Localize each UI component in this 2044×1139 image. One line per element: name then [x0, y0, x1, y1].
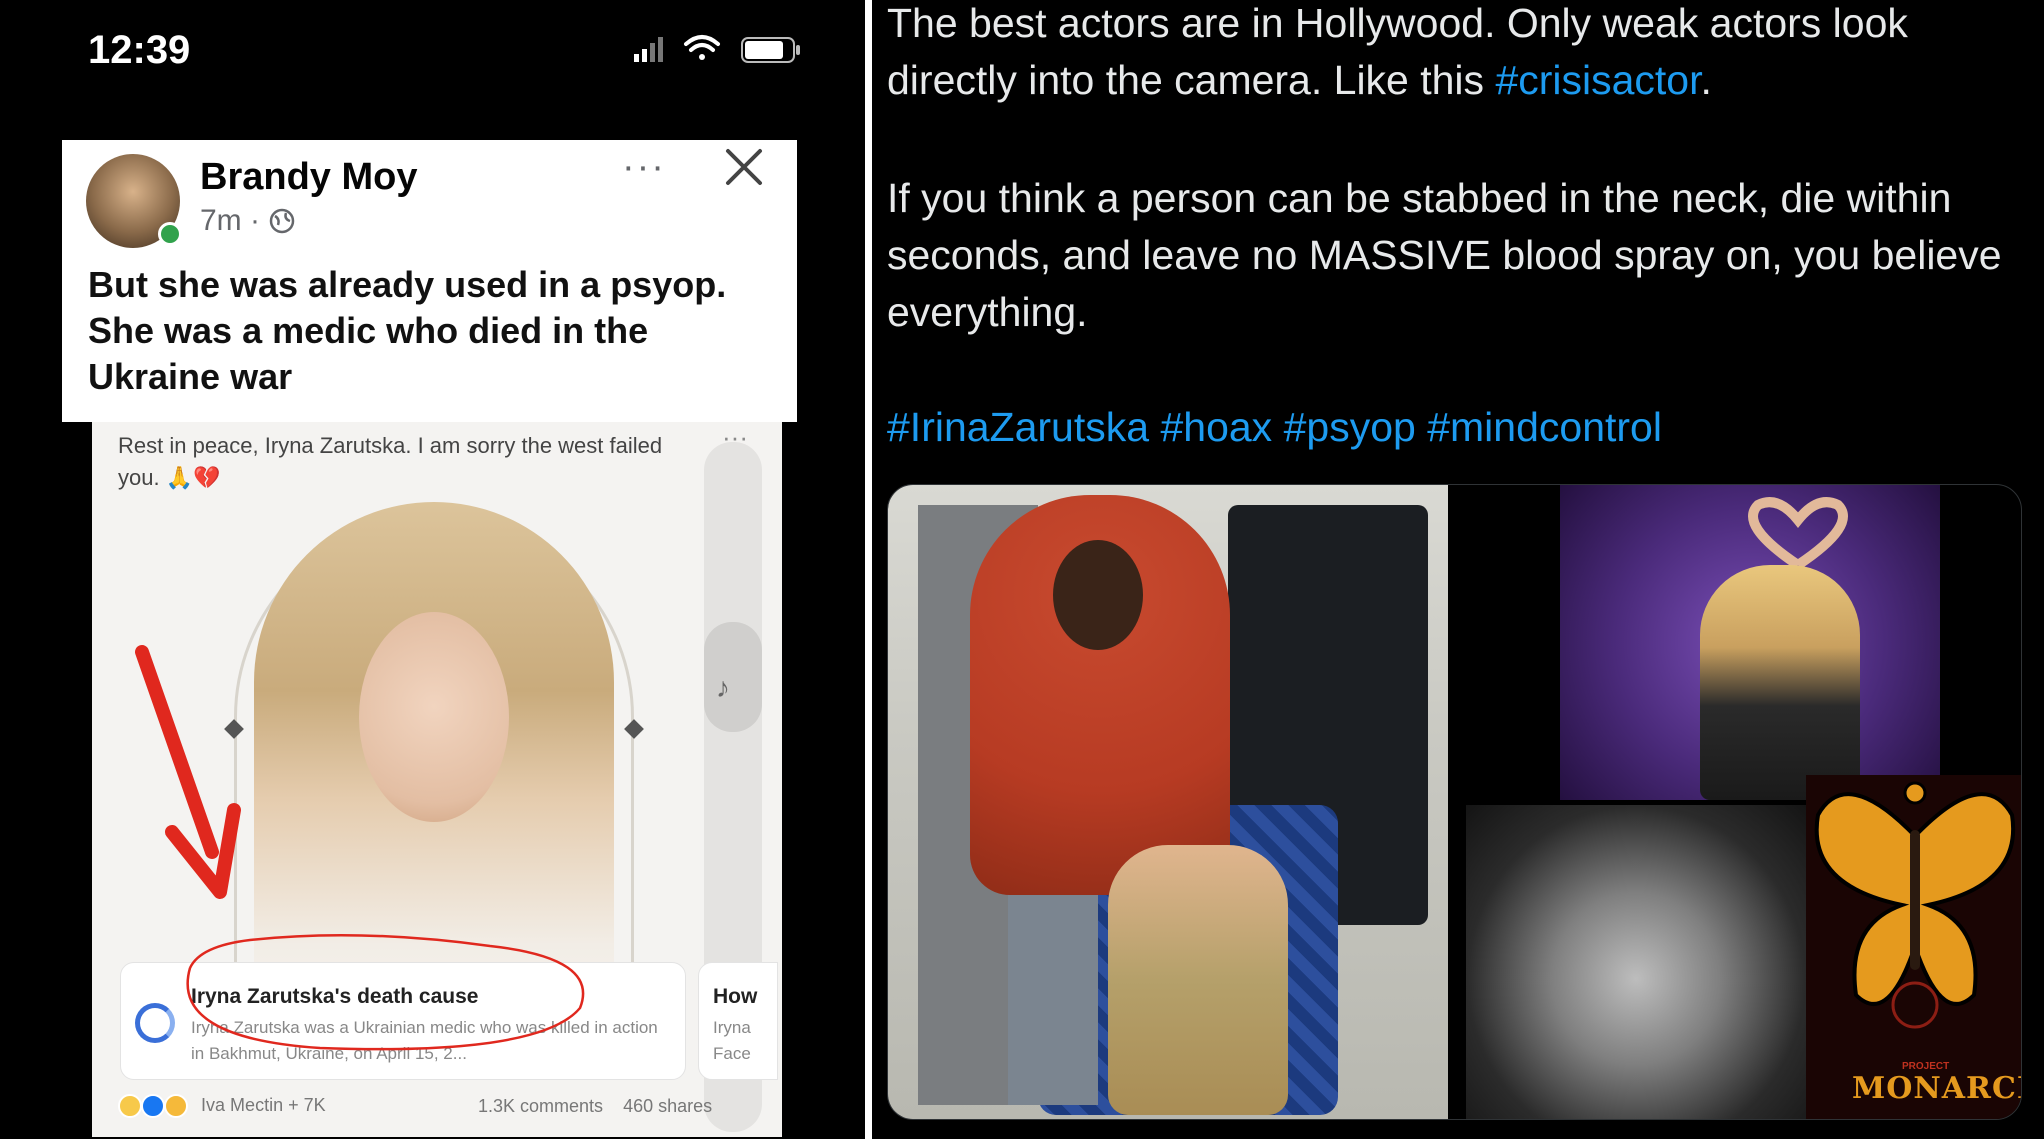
tweet-hashtags: #IrinaZarutska #hoax #psyop #mindcontrol: [887, 399, 2037, 456]
search-result-title-2: How: [713, 985, 758, 1008]
wifi-icon: [684, 35, 720, 60]
hashtag-hoax[interactable]: #hoax: [1160, 404, 1272, 450]
woman-on-seat: [1108, 845, 1288, 1115]
portrait-face: [359, 612, 509, 822]
haha-reaction-icon: [118, 1094, 142, 1118]
online-status-dot: [158, 222, 182, 246]
globe-icon: [270, 208, 295, 234]
search-result-snippet-2-line2: Face: [713, 1044, 751, 1063]
reactions-text: Iva Mectin + 7K: [201, 1094, 326, 1115]
like-reaction-icon: [141, 1094, 166, 1118]
panel-divider: [865, 0, 872, 1139]
post-text: But she was already used in a psyop. She…: [88, 264, 727, 397]
signal-icon: [634, 37, 663, 62]
tweet-text-1: The best actors are in Hollywood. Only w…: [887, 0, 1908, 103]
monarch-label: MONARCH: [1852, 1071, 2021, 1106]
search-result-snippet-2: Iryna Face: [713, 1015, 751, 1067]
hashtag-irinazarutska[interactable]: #IrinaZarutska: [887, 404, 1149, 450]
search-result-snippet-2-line1: Iryna: [713, 1018, 751, 1037]
status-bar-icons: [634, 35, 800, 63]
girl-making-heart-photo: [1700, 565, 1860, 800]
close-button[interactable]: [722, 142, 766, 198]
hashtag-psyop[interactable]: #psyop: [1284, 404, 1416, 450]
reactions-summary[interactable]: Iva Mectin + 7K: [118, 1094, 326, 1118]
man-face: [1053, 540, 1143, 650]
tweet-media-collage[interactable]: PROJECT MONARCH: [887, 484, 2022, 1120]
tweet-paragraph-2: If you think a person can be stabbed in …: [887, 175, 2002, 335]
phone-screenshot: 12:39 Brandy Moy 7m · ··· But she was al…: [0, 0, 865, 1139]
monarch-butterfly-icon: [1814, 781, 2016, 1029]
scrollbar-thumb: [704, 622, 762, 732]
shared-more-options: ···: [722, 422, 748, 452]
shared-post-caption: Rest in peace, Iryna Zarutska. I am sorr…: [118, 433, 663, 490]
facebook-post-card: Brandy Moy 7m · ··· But she was already …: [62, 140, 797, 422]
status-time: 12:39: [88, 28, 191, 72]
man-legs: [1008, 875, 1098, 1105]
search-result-card-2[interactable]: How Iryna Face: [698, 962, 778, 1080]
hashtag-mindcontrol[interactable]: #mindcontrol: [1427, 404, 1662, 450]
post-stats: 1.3K comments 460 shares: [478, 1096, 712, 1117]
tweet-panel: The best actors are in Hollywood. Only w…: [872, 0, 2044, 1139]
project-monarch-image: PROJECT MONARCH: [1806, 775, 2021, 1119]
shares-count[interactable]: 460 shares: [623, 1096, 712, 1116]
post-time: 7m ·: [200, 204, 260, 237]
post-author-name[interactable]: Brandy Moy: [200, 156, 417, 199]
red-arrow-annotation: [135, 645, 241, 899]
tweet-paragraph-1: The best actors are in Hollywood. Only w…: [887, 0, 2037, 109]
moth-shirt-closeup: [1466, 805, 1806, 1119]
train-photo: [888, 485, 1448, 1119]
more-options-button[interactable]: ···: [622, 146, 666, 189]
post-timestamp: 7m ·: [200, 204, 296, 238]
shared-screenshot: ♪ Rest in peace, Iryna Zarutska. I am so…: [92, 422, 782, 1137]
tweet-text-1-end: .: [1700, 57, 1712, 103]
comments-count[interactable]: 1.3K comments: [478, 1096, 603, 1116]
heart-hands-shape: [1748, 497, 1848, 570]
battery-icon: [741, 37, 800, 63]
sad-reaction-icon: [164, 1094, 189, 1118]
red-circle-annotation: [186, 933, 585, 1051]
close-icon: [726, 149, 762, 185]
music-note-icon: ♪: [716, 672, 730, 703]
hashtag-crisisactor[interactable]: #crisisactor: [1495, 57, 1700, 103]
